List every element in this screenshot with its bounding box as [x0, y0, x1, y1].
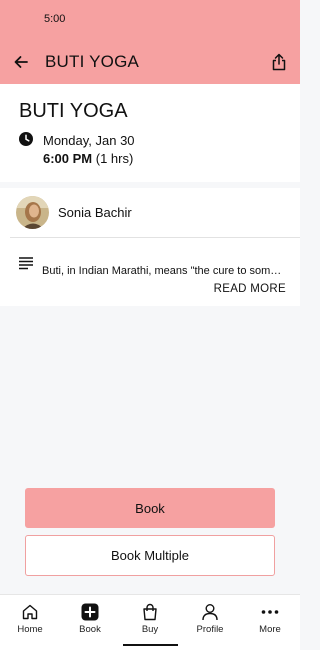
active-nav-indicator [123, 644, 178, 646]
class-description: Buti, in Indian Marathi, means "the cure… [42, 265, 287, 277]
text-lines-icon [19, 257, 33, 270]
app-bar-title: BUTI YOGA [45, 52, 140, 71]
status-bar: 5:00 [0, 0, 300, 40]
class-title: BUTI YOGA [19, 100, 128, 122]
instructor-card: Sonia Bachir Buti, in Indian Marathi, me… [0, 188, 300, 306]
class-time: 6:00 PM [43, 151, 93, 166]
nav-label-home: Home [17, 624, 43, 635]
arrow-left-icon [14, 56, 28, 68]
nav-item-more[interactable]: More [240, 595, 300, 650]
nav-item-buy[interactable]: Buy [120, 595, 180, 650]
bottom-nav: Home Book Buy Profile More [0, 594, 300, 650]
instructor-name[interactable]: Sonia Bachir [58, 205, 132, 220]
person-icon [202, 604, 218, 621]
plus-square-icon [81, 603, 99, 621]
clock-icon [19, 132, 33, 146]
home-icon [22, 604, 38, 620]
back-button[interactable] [10, 51, 32, 73]
book-button[interactable]: Book [25, 488, 275, 528]
shopping-bag-icon [143, 603, 157, 621]
class-time-line: 6:00 PM (1 hrs) [43, 151, 133, 166]
nav-label-book: Book [79, 624, 101, 635]
nav-item-home[interactable]: Home [0, 595, 60, 650]
share-icon [272, 53, 286, 71]
nav-label-buy: Buy [141, 624, 159, 635]
avatar-photo [16, 196, 49, 229]
divider [10, 237, 300, 238]
book-multiple-button[interactable]: Book Multiple [25, 535, 275, 576]
avatar[interactable] [16, 196, 49, 229]
class-date: Monday, Jan 30 [43, 133, 135, 148]
read-more-link[interactable]: READ MORE [214, 283, 286, 295]
more-dots-icon [261, 610, 279, 614]
share-button[interactable] [268, 51, 290, 73]
class-duration: (1 hrs) [95, 151, 134, 166]
class-header-card: BUTI YOGA Monday, Jan 30 6:00 PM (1 hrs) [0, 84, 300, 182]
app-bar: BUTI YOGA [0, 40, 300, 84]
nav-label-profile: Profile [196, 624, 224, 635]
status-time: 5:00 [44, 13, 66, 25]
nav-item-profile[interactable]: Profile [180, 595, 240, 650]
nav-item-book[interactable]: Book [60, 595, 120, 650]
nav-label-more: More [259, 624, 281, 635]
